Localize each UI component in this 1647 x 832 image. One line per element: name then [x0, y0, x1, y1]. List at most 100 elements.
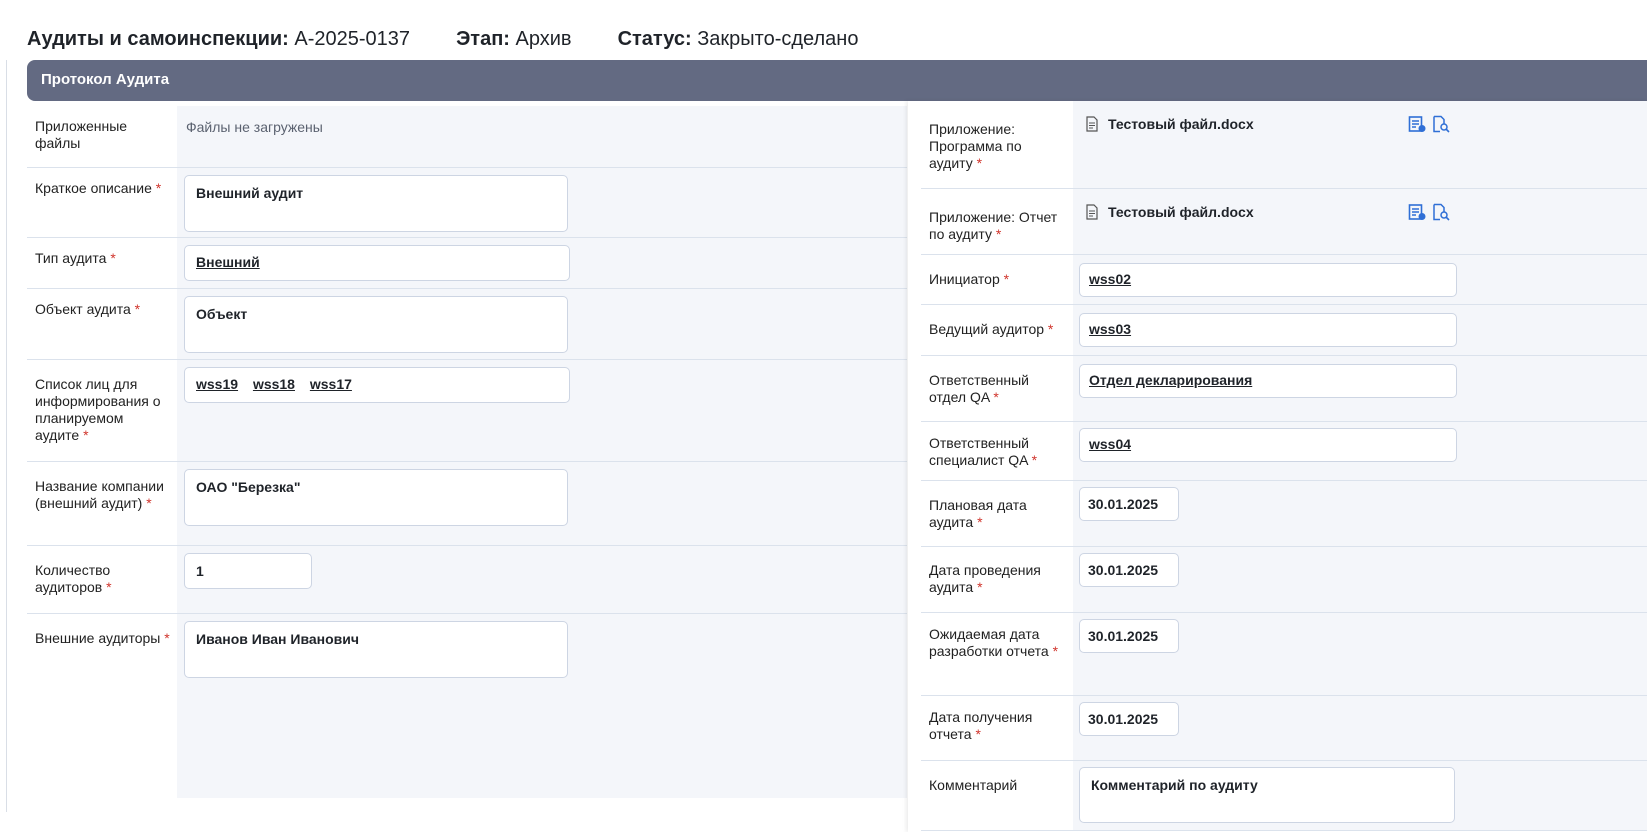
audit-type-link[interactable]: Внешний [196, 254, 260, 270]
field-value: wss03 [1073, 305, 1647, 355]
row-audit-object: Объект аудита * Объект [27, 289, 907, 360]
right-panel: Приложение: Программа по аудиту * Тестов… [908, 101, 1647, 832]
field-value: Иванов Иван Иванович [177, 614, 907, 798]
doc-id: Аудиты и самоинспекции: A-2025-0137 [27, 28, 410, 51]
field-label: Ответственный специалист QA * [929, 435, 1038, 468]
user-link[interactable]: wss02 [1089, 271, 1131, 287]
field-label: Приложение: Программа по аудиту * [929, 121, 1022, 171]
field-label: Краткое описание * [35, 180, 162, 196]
field-value: 30.01.2025 [1073, 696, 1647, 760]
file-preview-icon[interactable] [1432, 115, 1450, 133]
field-value: 30.01.2025 [1073, 547, 1647, 612]
row-qa-department: Ответственный отдел QA * Отдел деклариро… [921, 356, 1647, 422]
stage-label: Этап: [456, 28, 510, 50]
file-preview-icon[interactable] [1432, 203, 1450, 221]
field-label: Ведущий аудитор * [929, 321, 1054, 337]
user-link[interactable]: wss04 [1089, 436, 1131, 452]
doc-number: A-2025-0137 [294, 28, 411, 50]
initiator-select[interactable]: wss02 [1079, 263, 1457, 297]
file-name-link[interactable]: Тестовый файл.docx [1108, 116, 1408, 132]
field-value: 1 [177, 546, 907, 613]
user-link[interactable]: wss03 [1089, 321, 1131, 337]
row-short-description: Краткое описание * Внешний аудит [27, 168, 907, 238]
field-label: Ответственный отдел QA * [929, 372, 1029, 405]
row-lead-auditor: Ведущий аудитор * wss03 [921, 305, 1647, 356]
section-title-bar: Протокол Аудита [27, 60, 1647, 101]
row-notify-list: Список лиц для информирования о планируе… [27, 360, 907, 462]
file-info-icon[interactable] [1408, 115, 1426, 133]
field-value: Внешний аудит [177, 168, 907, 237]
planned-date-input[interactable]: 30.01.2025 [1079, 487, 1179, 521]
comment-input[interactable]: Комментарий по аудиту [1079, 767, 1455, 823]
row-initiator: Инициатор * wss02 [921, 255, 1647, 305]
field-label: Количество аудиторов * [35, 562, 112, 595]
document-icon [1086, 204, 1098, 220]
file-name-link[interactable]: Тестовый файл.docx [1108, 204, 1408, 220]
row-planned-date: Плановая дата аудита * 30.01.2025 [921, 481, 1647, 547]
field-label: Список лиц для информирования о планируе… [35, 376, 161, 443]
file-info-icon[interactable] [1408, 203, 1426, 221]
field-label: Тип аудита * [35, 250, 116, 266]
field-label: Объект аудита * [35, 301, 141, 317]
user-link[interactable]: wss19 [196, 376, 238, 392]
row-report-received-date: Дата получения отчета * 30.01.2025 [921, 696, 1647, 761]
field-value: Объект [177, 289, 907, 359]
row-report-attachment: Приложение: Отчет по аудиту * Тестовый ф… [921, 189, 1647, 255]
field-value: wss19 wss18 wss17 [177, 360, 907, 461]
field-label: Ожидаемая дата разработки отчета * [929, 626, 1059, 659]
row-audit-type: Тип аудита * Внешний [27, 238, 907, 289]
status: Статус: Закрыто-сделано [618, 28, 859, 51]
field-value: ОАО "Березка" [177, 462, 907, 545]
row-qa-specialist: Ответственный специалист QA * wss04 [921, 422, 1647, 481]
field-value: 30.01.2025 [1073, 481, 1647, 546]
auditors-count-input[interactable]: 1 [184, 553, 312, 589]
field-value: Тестовый файл.docx [1073, 101, 1647, 188]
audit-object-input[interactable]: Объект [184, 296, 568, 353]
field-label: Инициатор * [929, 271, 1010, 287]
field-label: Комментарий [929, 777, 1018, 793]
row-external-auditors: Внешние аудиторы * Иванов Иван Иванович [27, 614, 907, 798]
audit-date-input[interactable]: 30.01.2025 [1079, 553, 1179, 587]
row-attached-files: Приложенные файлы Файлы не загружены [27, 106, 907, 168]
row-auditors-count: Количество аудиторов * 1 [27, 546, 907, 614]
row-program-attachment: Приложение: Программа по аудиту * Тестов… [921, 101, 1647, 189]
field-value: wss02 [1073, 255, 1647, 304]
field-label: Дата проведения аудита * [929, 562, 1041, 595]
short-description-input[interactable]: Внешний аудит [184, 175, 568, 232]
user-link[interactable]: wss17 [310, 376, 352, 392]
external-auditors-input[interactable]: Иванов Иван Иванович [184, 621, 568, 678]
stage: Этап: Архив [456, 28, 572, 51]
stage-value: Архив [515, 28, 572, 50]
notify-list-select[interactable]: wss19 wss18 wss17 [184, 367, 570, 403]
report-received-date-input[interactable]: 30.01.2025 [1079, 702, 1179, 736]
field-label: Плановая дата аудита * [929, 497, 1027, 530]
section-title: Протокол Аудита [41, 71, 170, 88]
right-form: Приложение: Программа по аудиту * Тестов… [921, 101, 1647, 831]
page-header: Аудиты и самоинспекции: A-2025-0137 Этап… [27, 28, 904, 54]
file-actions [1408, 115, 1450, 133]
lead-auditor-select[interactable]: wss03 [1079, 313, 1457, 347]
expected-report-date-input[interactable]: 30.01.2025 [1079, 619, 1179, 653]
document-icon [1086, 116, 1098, 132]
doc-label: Аудиты и самоинспекции: [27, 28, 289, 50]
user-link[interactable]: wss18 [253, 376, 295, 392]
row-expected-report-date: Ожидаемая дата разработки отчета * 30.01… [921, 613, 1647, 696]
field-value: Внешний [177, 238, 907, 288]
status-label: Статус: [617, 28, 692, 50]
company-name-input[interactable]: ОАО "Березка" [184, 469, 568, 526]
department-link[interactable]: Отдел декларирования [1089, 372, 1252, 388]
row-company-name: Название компании (внешний аудит) * ОАО … [27, 462, 907, 546]
left-form: Приложенные файлы Файлы не загружены Кра… [27, 106, 907, 798]
no-files-text: Файлы не загружены [186, 119, 323, 135]
field-value: Отдел декларирования [1073, 356, 1647, 421]
field-value: Тестовый файл.docx [1073, 189, 1647, 254]
qa-specialist-select[interactable]: wss04 [1079, 428, 1457, 462]
attached-file: Тестовый файл.docx [1079, 105, 1641, 133]
field-label: Название компании (внешний аудит) * [35, 478, 164, 511]
attached-file: Тестовый файл.docx [1079, 193, 1641, 221]
audit-type-select[interactable]: Внешний [184, 245, 570, 281]
field-label: Дата получения отчета * [929, 709, 1033, 742]
qa-department-select[interactable]: Отдел декларирования [1079, 364, 1457, 398]
field-value: Комментарий по аудиту [1073, 761, 1647, 830]
field-value: wss04 [1073, 422, 1647, 480]
